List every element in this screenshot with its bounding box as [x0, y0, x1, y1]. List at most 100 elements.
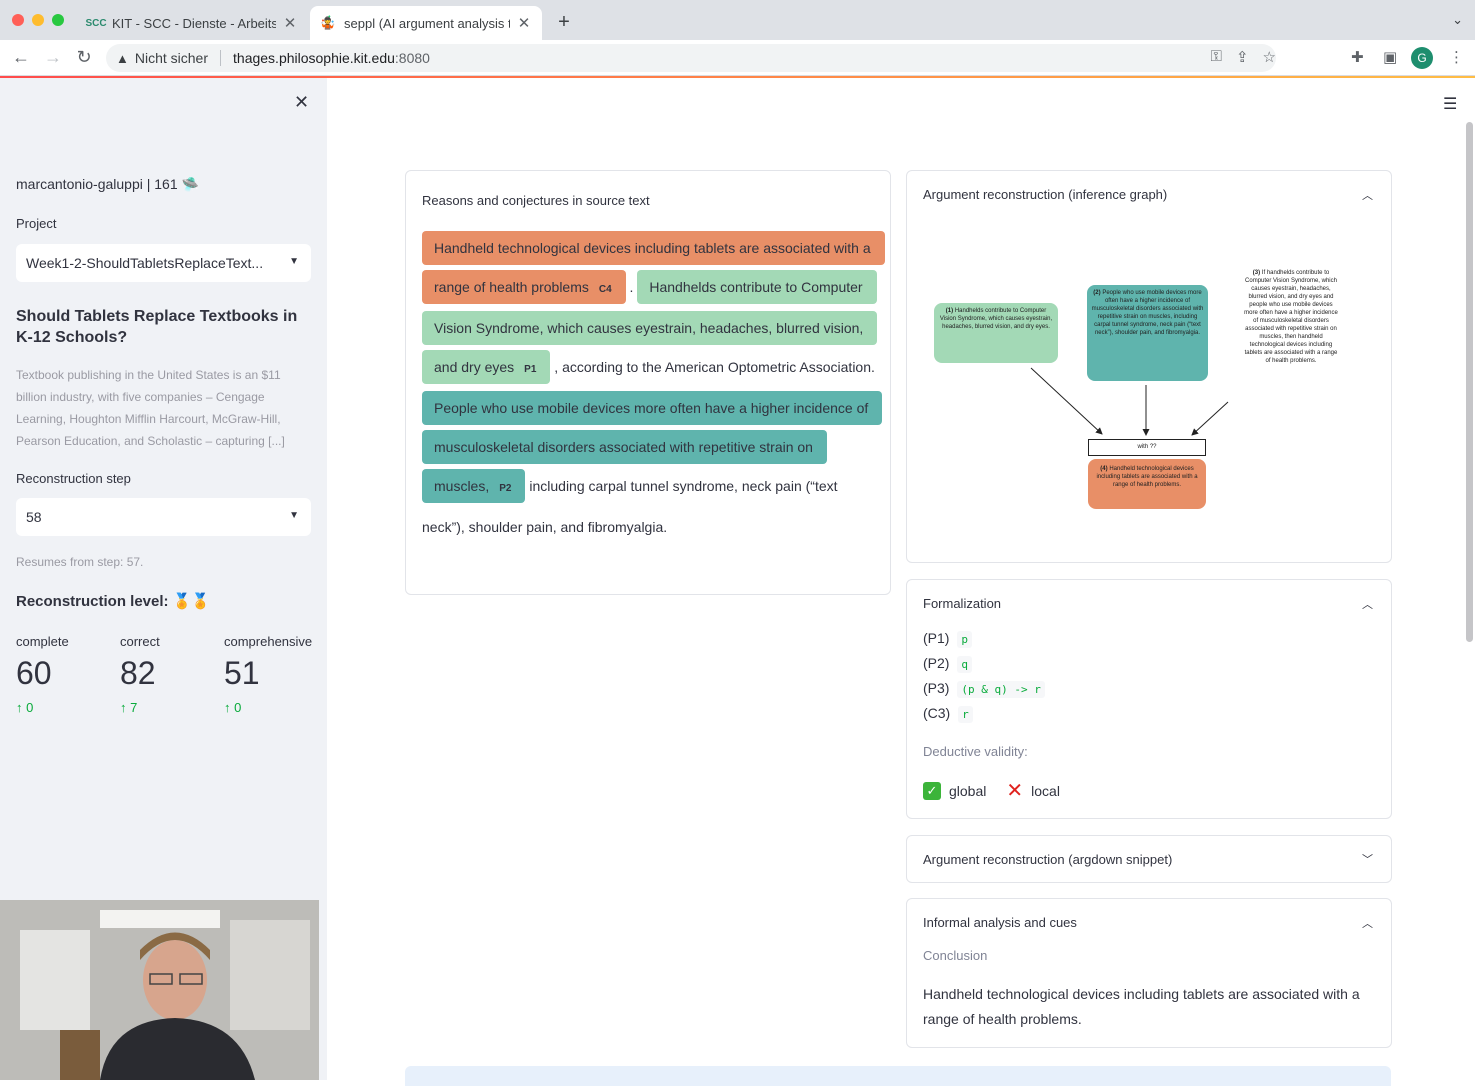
graph-node-1[interactable]: (1) Handhelds contribute to Computer Vis…: [934, 303, 1058, 363]
graph-inference-label: with ??: [1088, 439, 1206, 456]
plain-text: .: [625, 279, 634, 295]
formula-code: r: [958, 706, 973, 723]
source-text: Handheld technological devices including…: [422, 229, 885, 547]
arrow-up-icon: ↑: [120, 700, 127, 715]
premise-label: (C3): [923, 705, 951, 721]
chevron-down-icon[interactable]: ﹀: [1362, 851, 1373, 867]
metric-comprehensive: comprehensive 51 ↑ 0: [224, 634, 312, 715]
formalization-header[interactable]: Formalization: [923, 596, 1001, 611]
warning-icon: ▲: [116, 50, 129, 66]
graph-node-4[interactable]: (4) Handheld technological devices inclu…: [1088, 459, 1206, 509]
close-tab-icon[interactable]: ✕: [282, 14, 298, 32]
insecure-label[interactable]: Nicht sicher: [135, 50, 208, 66]
node-number: (3): [1252, 270, 1261, 276]
share-icon[interactable]: ⇪: [1236, 48, 1249, 66]
more-menu-icon[interactable]: ⋮: [1449, 48, 1464, 66]
metric-label: correct: [120, 634, 160, 649]
step-select[interactable]: 58 ▼: [16, 498, 311, 536]
argdown-header[interactable]: Argument reconstruction (argdown snippet…: [923, 852, 1172, 867]
node-number: (2): [1093, 290, 1101, 296]
tab-title: KIT - SCC - Dienste - Arbeitsu: [112, 15, 276, 31]
url-host: thages.philosophie.kit.edu: [233, 50, 395, 66]
webcam-overlay: [0, 900, 319, 1080]
browser-toolbar: ← → ↻ ▲ Nicht sicher thages.philosophie.…: [0, 40, 1475, 76]
chevron-up-icon[interactable]: ︿: [1362, 915, 1373, 931]
scc-favicon-icon: SCC: [85, 17, 107, 29]
formula-code: q: [957, 656, 972, 673]
graph-node-2[interactable]: (2) People who use mobile devices more o…: [1087, 285, 1208, 381]
browser-tab-bar: SCC KIT - SCC - Dienste - Arbeitsu ✕ 🤹 s…: [0, 0, 1475, 40]
metric-delta-value: 0: [26, 700, 34, 715]
step-select-value: 58: [26, 509, 42, 525]
key-icon[interactable]: ⚿: [1211, 48, 1222, 66]
seppl-favicon-icon: 🤹: [319, 15, 337, 30]
arrow-up-icon: ↑: [224, 700, 231, 715]
premise-label: (P2): [923, 655, 950, 671]
maximize-window-button[interactable]: [52, 14, 64, 26]
informal-analysis-card: Informal analysis and cues ︿ Conclusion …: [906, 898, 1392, 1048]
formula-code: p: [957, 631, 972, 648]
browser-tab-scc[interactable]: SCC KIT - SCC - Dienste - Arbeitsu ✕: [78, 6, 308, 40]
inference-graph-card: Argument reconstruction (inference graph…: [906, 170, 1392, 563]
tab-search-icon[interactable]: ⌄: [1452, 12, 1463, 28]
validity-local: local: [1031, 782, 1060, 799]
url-port: :8080: [394, 50, 430, 66]
browser-tab-seppl[interactable]: 🤹 seppl (AI argument analysis tut ✕: [310, 6, 542, 40]
metric-value: 60: [16, 655, 52, 691]
extensions-icon[interactable]: ✚: [1351, 48, 1364, 66]
close-sidebar-icon[interactable]: ✕: [294, 92, 309, 113]
topic-title: Should Tablets Replace Textbooks in K-12…: [16, 308, 298, 346]
informal-analysis-header[interactable]: Informal analysis and cues: [923, 915, 1077, 930]
close-window-button[interactable]: [12, 14, 24, 26]
formalization-row: (P3) (p & q) -> r: [923, 680, 1045, 698]
metric-value: 51: [224, 655, 260, 691]
check-mark-icon: ✓: [923, 781, 941, 800]
conclusion-text: Handheld technological devices including…: [923, 986, 1360, 1027]
metric-complete: complete 60 ↑ 0: [16, 634, 69, 715]
node-text: Handhelds contribute to Computer Vision …: [939, 308, 1053, 330]
side-panel-icon[interactable]: ▣: [1383, 48, 1397, 66]
node-text: People who use mobile devices more often…: [1091, 290, 1204, 336]
metric-correct: correct 82 ↑ 7: [120, 634, 160, 715]
tag-p2: P2: [499, 483, 512, 494]
tag-p1: P1: [524, 364, 537, 375]
formula-code: (p & q) -> r: [957, 681, 1045, 698]
forward-icon[interactable]: →: [42, 47, 64, 68]
step-label: Reconstruction step: [16, 471, 131, 486]
metric-label: comprehensive: [224, 634, 313, 649]
omnibox-actions: ⚿ ⇪ ☆: [1211, 48, 1276, 66]
profile-avatar[interactable]: G: [1411, 47, 1433, 69]
source-text-header: Reasons and conjectures in source text: [422, 193, 650, 208]
formalization-row: (P1) p: [923, 630, 972, 648]
hamburger-menu-icon[interactable]: ☰: [1443, 94, 1457, 114]
user-info: marcantonio-galuppi | 161 🛸: [16, 176, 199, 192]
node-number: (1): [945, 308, 954, 314]
cross-mark-icon: ✕: [1006, 780, 1024, 802]
back-icon[interactable]: ←: [10, 47, 32, 68]
source-text-card: Reasons and conjectures in source text H…: [405, 170, 891, 595]
resumes-note: Resumes from step: 57.: [16, 555, 144, 569]
bookmark-star-icon[interactable]: ☆: [1263, 48, 1276, 66]
reload-icon[interactable]: ↻: [73, 47, 95, 68]
webcam-video-image: [0, 900, 319, 1080]
premise-label: (P1): [923, 630, 950, 646]
minimize-window-button[interactable]: [32, 14, 44, 26]
metric-delta: ↑ 0: [16, 700, 69, 715]
graph-node-3[interactable]: (3) If handhelds contribute to Computer …: [1241, 267, 1341, 401]
close-tab-icon[interactable]: ✕: [516, 14, 532, 32]
medal-icon: 🏅🏅: [172, 593, 211, 610]
page-scrollbar[interactable]: [1466, 122, 1473, 642]
node-number: (4): [1100, 466, 1108, 472]
chevron-down-icon: ▼: [289, 256, 299, 267]
metric-delta: ↑ 7: [120, 700, 160, 715]
chevron-down-icon: ▼: [289, 510, 299, 521]
level-label: Reconstruction level:: [16, 593, 169, 610]
address-bar[interactable]: ▲ Nicht sicher thages.philosophie.kit.ed…: [106, 44, 1276, 72]
new-tab-button[interactable]: +: [554, 11, 574, 34]
metric-delta-value: 7: [130, 700, 138, 715]
project-select[interactable]: Week1-2-ShouldTabletsReplaceText... ▼: [16, 244, 311, 282]
argdown-card[interactable]: Argument reconstruction (argdown snippet…: [906, 835, 1392, 883]
metric-delta: ↑ 0: [224, 700, 312, 715]
chevron-up-icon[interactable]: ︿: [1362, 596, 1373, 612]
metric-label: complete: [16, 634, 69, 649]
